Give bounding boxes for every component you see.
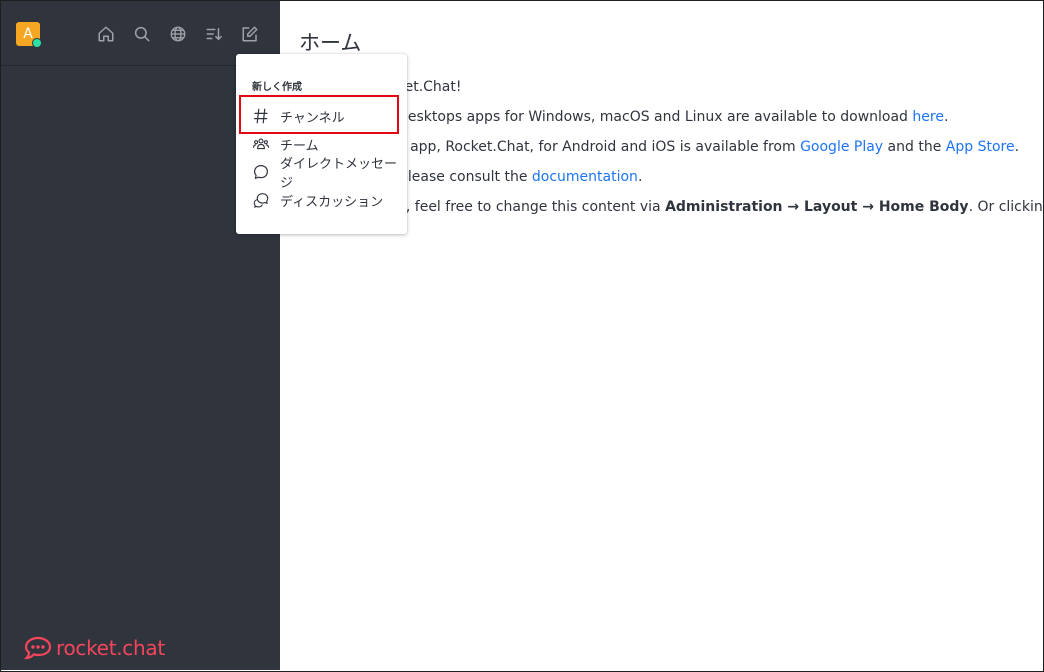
menu-item-label: ダイレクトメッセージ [280,157,398,191]
menu-item-label: ディスカッション [280,194,384,210]
desktop-download-link[interactable]: here [912,109,944,125]
home-icon[interactable] [97,25,115,43]
menu-item-team[interactable]: チーム [252,133,319,155]
page-title: ホーム [299,31,362,55]
sort-icon[interactable] [205,25,223,43]
create-new-icon[interactable] [241,25,259,43]
menu-item-label: チーム [280,138,319,154]
logo-text: rocket.chat [56,636,165,660]
directory-icon[interactable] [169,25,187,43]
highlight-box [239,95,399,134]
rocketchat-logo: rocket.chat [24,634,165,662]
direct-message-icon [252,163,270,181]
avatar-letter: A [23,26,33,42]
create-new-menu: 新しく作成 チャンネル チーム ダイレクトメッセージ ディスカッション [236,54,407,234]
google-play-link[interactable]: Google Play [800,139,883,155]
team-icon [252,135,270,153]
status-indicator [32,38,42,48]
documentation-link[interactable]: documentation [532,169,638,185]
desktop-apps-line: desktops apps for Windows, macOS and Lin… [399,109,949,125]
app-store-link[interactable]: App Store [946,139,1015,155]
mobile-apps-line: e app, Rocket.Chat, for Android and iOS … [397,139,1020,155]
admin-line: n, feel free to change this content via … [397,199,1044,215]
rocket-logo-icon [24,636,52,660]
menu-title: 新しく作成 [252,82,302,93]
discussion-icon [252,191,270,209]
menu-item-direct-message[interactable]: ダイレクトメッセージ [252,157,407,191]
documentation-line: please consult the documentation. [399,169,643,185]
menu-item-discussion[interactable]: ディスカッション [252,189,383,211]
search-icon[interactable] [133,25,151,43]
